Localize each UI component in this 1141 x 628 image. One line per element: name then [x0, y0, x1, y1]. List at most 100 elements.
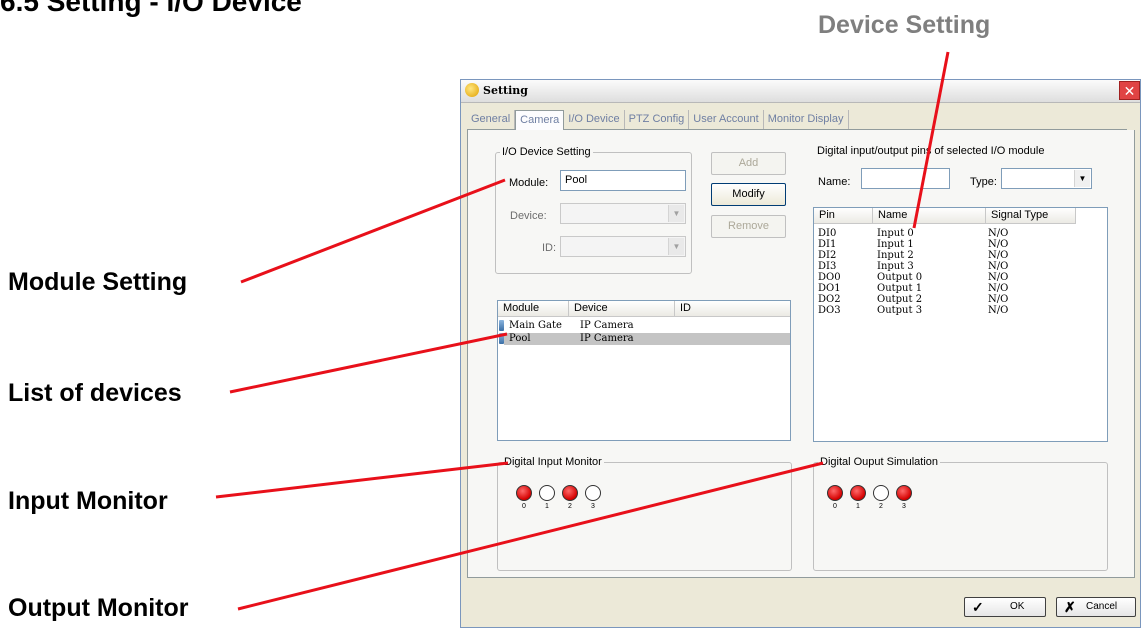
device-select[interactable]: ▼	[560, 203, 686, 224]
pin-cell: DO1	[818, 283, 841, 294]
pin-cell: DI2	[818, 250, 837, 261]
tab-ptz-config[interactable]: PTZ Config	[625, 110, 690, 129]
pin-signal-cell: N/O	[988, 294, 1009, 305]
pin-type-label: Type:	[970, 176, 997, 188]
checkmark-icon: ✓	[972, 599, 984, 615]
list-item-device: IP Camera	[580, 320, 634, 331]
annotation-device-setting: Device Setting	[818, 11, 991, 39]
id-label: ID:	[542, 242, 557, 254]
chevron-down-icon: ▼	[668, 205, 684, 222]
column-header-device[interactable]: Device	[569, 301, 675, 317]
pin-name-cell: Input 2	[877, 250, 914, 261]
output-led-1[interactable]	[850, 485, 866, 501]
input-led-label: 1	[545, 503, 549, 510]
list-item-module: Pool	[509, 333, 531, 344]
page-heading: 6.5 Setting - I/O Device	[0, 0, 302, 17]
window-title: Setting	[483, 84, 528, 97]
input-led-1	[539, 485, 555, 501]
tab-panel: I/O Device Setting Module: Pool Device: …	[467, 130, 1135, 578]
output-led-label: 0	[833, 503, 837, 510]
pin-cell: DO0	[818, 272, 841, 283]
pin-name-cell: Output 0	[877, 272, 923, 283]
pin-name-cell: Input 0	[877, 228, 914, 239]
input-led-2	[562, 485, 578, 501]
input-led-label: 2	[568, 503, 572, 510]
column-header-pin[interactable]: Pin	[814, 208, 873, 224]
close-button[interactable]: ✕	[1119, 81, 1140, 100]
io-device-setting-legend: I/O Device Setting	[502, 146, 591, 158]
cancel-label: Cancel	[1086, 601, 1118, 612]
digital-output-simulation-group: Digital Ouput Simulation	[813, 456, 1108, 571]
output-led-3[interactable]	[896, 485, 912, 501]
id-select[interactable]: ▼	[560, 236, 686, 257]
pin-name-cell: Input 3	[877, 261, 914, 272]
add-button[interactable]: Add	[711, 152, 786, 175]
pin-name-label: Name:	[818, 176, 851, 188]
list-item-device: IP Camera	[580, 333, 634, 344]
column-header-signal-type[interactable]: Signal Type	[986, 208, 1076, 224]
cancel-button[interactable]: ✗ Cancel	[1056, 597, 1136, 617]
device-label: Device:	[510, 210, 547, 222]
x-icon: ✗	[1064, 599, 1076, 615]
column-header-name[interactable]: Name	[873, 208, 986, 224]
pins-title: Digital input/output pins of selected I/…	[817, 145, 1045, 157]
pin-signal-cell: N/O	[988, 305, 1009, 316]
chevron-down-icon: ▼	[1074, 170, 1090, 187]
pin-name-input[interactable]	[861, 168, 950, 189]
tab-monitor-display[interactable]: Monitor Display	[764, 110, 849, 129]
remove-button[interactable]: Remove	[711, 215, 786, 238]
pin-signal-cell: N/O	[988, 250, 1009, 261]
annotation-output-monitor: Output Monitor	[8, 594, 189, 622]
module-input[interactable]: Pool	[560, 170, 686, 191]
pin-signal-cell: N/O	[988, 261, 1009, 272]
tab-general[interactable]: General	[467, 110, 516, 129]
io-device-icon	[499, 320, 504, 331]
pin-cell: DI1	[818, 239, 837, 250]
annotation-list-of-devices: List of devices	[8, 379, 182, 407]
tab-strip: General Camera I/O Device PTZ Config Use…	[467, 110, 1127, 130]
pin-cell: DO3	[818, 305, 841, 316]
annotation-module-setting: Module Setting	[8, 268, 188, 296]
output-led-label: 1	[856, 503, 860, 510]
device-list[interactable]: Module Device ID Main Gate IP Camera Poo…	[497, 300, 791, 441]
input-led-0	[516, 485, 532, 501]
ok-label: OK	[1010, 601, 1025, 612]
list-item-selected[interactable]: Pool IP Camera	[499, 333, 790, 345]
module-label: Module:	[509, 177, 549, 189]
output-led-label: 2	[879, 503, 883, 510]
column-header-module[interactable]: Module	[498, 301, 569, 317]
digital-input-monitor-group: Digital Input Monitor	[497, 456, 792, 571]
pin-signal-cell: N/O	[988, 228, 1009, 239]
tab-camera[interactable]: Camera	[515, 110, 565, 130]
pin-name-cell: Output 1	[877, 283, 923, 294]
ok-button[interactable]: ✓ OK	[964, 597, 1046, 617]
pin-name-cell: Input 1	[877, 239, 914, 250]
input-led-3	[585, 485, 601, 501]
modify-button[interactable]: Modify	[711, 183, 786, 206]
list-item-module: Main Gate	[509, 320, 562, 331]
pin-cell: DI0	[818, 228, 837, 239]
io-device-icon	[499, 333, 504, 344]
pin-name-cell: Output 2	[877, 294, 923, 305]
pin-cell: DO2	[818, 294, 841, 305]
pin-list[interactable]: Pin Name Signal Type DI0 Input 0 N/O DI1…	[813, 207, 1108, 442]
digital-input-monitor-legend: Digital Input Monitor	[504, 456, 602, 468]
pin-type-select[interactable]: ▼	[1001, 168, 1092, 189]
chevron-down-icon: ▼	[668, 238, 684, 255]
pin-signal-cell: N/O	[988, 283, 1009, 294]
list-item[interactable]: Main Gate IP Camera	[499, 320, 790, 332]
setting-icon	[465, 83, 479, 97]
annotation-input-monitor: Input Monitor	[8, 487, 168, 515]
digital-output-simulation-legend: Digital Ouput Simulation	[820, 456, 939, 468]
pin-signal-cell: N/O	[988, 239, 1009, 250]
output-led-0[interactable]	[827, 485, 843, 501]
output-led-label: 3	[902, 503, 906, 510]
setting-dialog: Setting ✕ General Camera I/O Device PTZ …	[460, 79, 1141, 628]
tab-user-account[interactable]: User Account	[689, 110, 764, 129]
column-header-id[interactable]: ID	[675, 301, 790, 317]
tab-io-device[interactable]: I/O Device	[564, 110, 625, 129]
title-bar[interactable]: Setting ✕	[461, 80, 1140, 103]
output-led-2[interactable]	[873, 485, 889, 501]
input-led-label: 0	[522, 503, 526, 510]
pin-name-cell: Output 3	[877, 305, 923, 316]
